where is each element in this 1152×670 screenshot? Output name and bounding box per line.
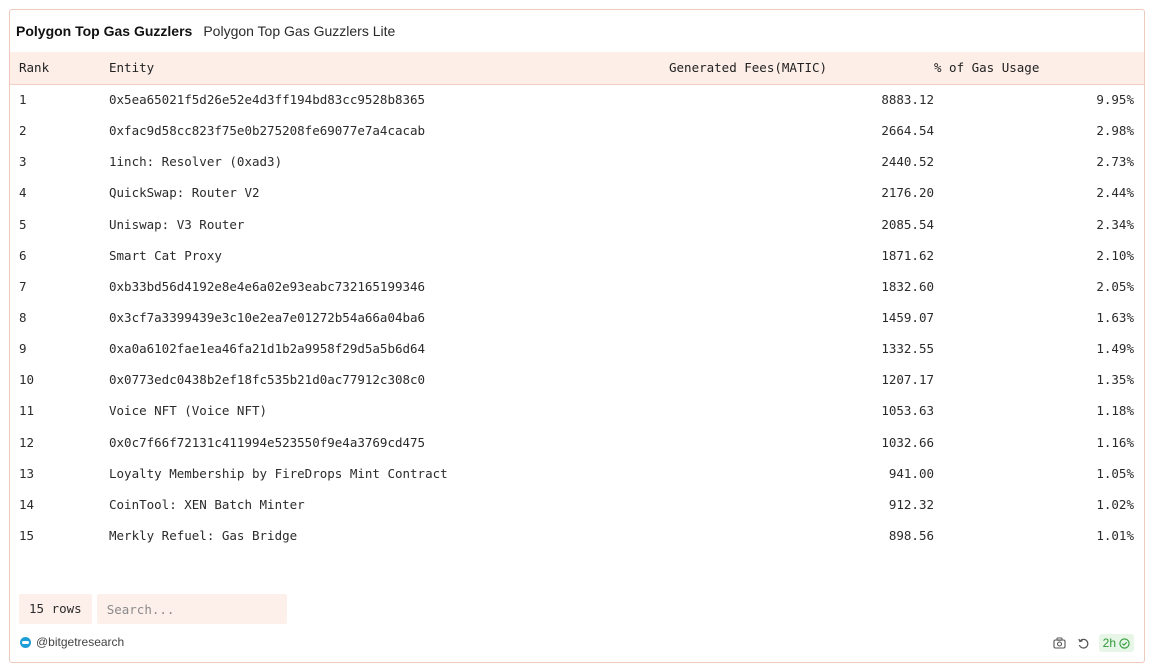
cell-entity: 0xfac9d58cc823f75e0b275208fe69077e7a4cac… (109, 123, 426, 139)
cell-generated-fees: 1032.66 (881, 434, 934, 450)
cell-entity: 0xa0a6102fae1ea46fa21d1b2a9958f29d5a5b6d… (109, 341, 426, 357)
attribution[interactable]: @bitgetresearch (20, 635, 124, 649)
avatar-icon (20, 636, 31, 648)
cell-rank: 5 (19, 216, 27, 232)
cell-entity: 0x5ea65021f5d26e52e4d3ff194bd83cc9528b83… (109, 92, 426, 108)
cell-rank: 10 (19, 372, 35, 388)
cell-gas-usage: 1.49% (1096, 341, 1134, 357)
cell-generated-fees: 1207.17 (881, 372, 934, 388)
cell-generated-fees: 1332.55 (881, 341, 934, 357)
cell-gas-usage: 2.98% (1096, 123, 1134, 139)
cell-generated-fees: 1832.60 (881, 278, 934, 294)
table-row: 7 0xb33bd56d4192e8e4e6a02e93eabc732165199… (10, 271, 1144, 302)
cell-entity: 0xb33bd56d4192e8e4e6a02e93eabc7321651993… (109, 278, 426, 294)
table-row: 8 0x3cf7a3399439e3c10e2ea7e01272b54a66a04… (10, 302, 1144, 333)
table-header: Rank Entity Generated Fees(MATIC) % of G… (10, 52, 1144, 85)
check-circle-icon (1119, 637, 1130, 649)
cell-entity: Voice NFT (Voice NFT) (109, 403, 268, 419)
cell-gas-usage: 1.05% (1096, 465, 1134, 481)
cell-generated-fees: 8883.12 (881, 92, 934, 108)
card-header: Polygon Top Gas Guzzlers Polygon Top Gas… (16, 20, 395, 42)
table-row: 1 0x5ea65021f5d26e52e4d3ff194bd83cc9528b8… (10, 84, 1144, 115)
cell-generated-fees: 898.56 (888, 528, 934, 544)
header-row: Rank Entity Generated Fees(MATIC) % of G… (10, 52, 1144, 85)
cell-gas-usage: 1.02% (1096, 496, 1134, 512)
table-row: 2 0xfac9d58cc823f75e0b275208fe69077e7a4ca… (10, 115, 1144, 146)
table-body: 1 0x5ea65021f5d26e52e4d3ff194bd83cc9528b8… (10, 84, 1144, 551)
table-footer: 15 rows (19, 594, 287, 624)
visualization-title: Polygon Top Gas Guzzlers Lite (203, 23, 396, 39)
cell-gas-usage: 2.10% (1096, 247, 1134, 263)
table-row: 6 Smart Cat Proxy 1871.62 2.10% (10, 240, 1144, 271)
cell-rank: 7 (19, 278, 27, 294)
cell-gas-usage: 2.73% (1096, 154, 1134, 170)
freshness-label: 2h (1102, 636, 1116, 650)
status-area: 2h (1045, 634, 1134, 652)
table-row: 9 0xa0a6102fae1ea46fa21d1b2a9958f29d5a5b6… (10, 333, 1144, 364)
cell-rank: 8 (19, 310, 27, 326)
cell-generated-fees: 1053.63 (881, 403, 934, 419)
column-header-generated-fees[interactable]: Generated Fees(MATIC) (669, 52, 934, 85)
table-row: 4 QuickSwap: Router V2 2176.20 2.44% (10, 177, 1144, 208)
cell-rank: 12 (19, 434, 35, 450)
author-handle[interactable]: @bitgetresearch (36, 635, 124, 649)
query-title[interactable]: Polygon Top Gas Guzzlers (16, 23, 192, 39)
cell-entity: Loyalty Membership by FireDrops Mint Con… (109, 465, 448, 481)
cell-generated-fees: 941.00 (888, 465, 934, 481)
cell-entity: CoinTool: XEN Batch Minter (109, 496, 305, 512)
freshness-badge: 2h (1098, 634, 1134, 652)
cell-entity: 1inch: Resolver (0xad3) (109, 154, 283, 170)
cell-rank: 13 (19, 465, 35, 481)
cell-entity: QuickSwap: Router V2 (109, 185, 260, 201)
row-count-badge: 15 rows (19, 594, 92, 624)
cell-rank: 4 (19, 185, 27, 201)
cell-rank: 3 (19, 154, 27, 170)
cell-generated-fees: 2085.54 (881, 216, 934, 232)
cell-gas-usage: 1.01% (1096, 528, 1134, 544)
cell-generated-fees: 2176.20 (881, 185, 934, 201)
cell-rank: 1 (19, 92, 27, 108)
search-input[interactable] (96, 594, 287, 624)
cell-gas-usage: 1.35% (1096, 372, 1134, 388)
cell-entity: 0x0c7f66f72131c411994e523550f9e4a3769cd4… (109, 434, 426, 450)
table-row: 14 CoinTool: XEN Batch Minter 912.32 1.02% (10, 489, 1144, 520)
column-header-rank[interactable]: Rank (10, 52, 99, 85)
cell-generated-fees: 1871.62 (881, 247, 934, 263)
column-header-entity[interactable]: Entity (99, 52, 669, 85)
cell-gas-usage: 1.63% (1096, 310, 1134, 326)
cell-rank: 14 (19, 496, 35, 512)
column-header-gas-usage[interactable]: % of Gas Usage (934, 52, 1144, 85)
results-table: Rank Entity Generated Fees(MATIC) % of G… (10, 52, 1144, 551)
table-row: 15 Merkly Refuel: Gas Bridge 898.56 1.01% (10, 520, 1144, 551)
results-card: Polygon Top Gas Guzzlers Polygon Top Gas… (9, 9, 1145, 663)
cell-gas-usage: 2.34% (1096, 216, 1134, 232)
cell-gas-usage: 2.44% (1096, 185, 1134, 201)
camera-icon[interactable] (1051, 634, 1069, 652)
cell-entity: 0x0773edc0438b2ef18fc535b21d0ac77912c308… (109, 372, 426, 388)
refresh-icon[interactable] (1075, 634, 1093, 652)
cell-entity: 0x3cf7a3399439e3c10e2ea7e01272b54a66a04b… (109, 310, 426, 326)
cell-generated-fees: 2664.54 (881, 123, 934, 139)
cell-rank: 11 (19, 403, 35, 419)
cell-generated-fees: 2440.52 (881, 154, 934, 170)
table-row: 10 0x0773edc0438b2ef18fc535b21d0ac77912c3… (10, 364, 1144, 395)
cell-entity: Uniswap: V3 Router (109, 216, 245, 232)
cell-rank: 15 (19, 528, 35, 544)
cell-gas-usage: 9.95% (1096, 92, 1134, 108)
cell-rank: 6 (19, 247, 27, 263)
cell-generated-fees: 912.32 (888, 496, 934, 512)
cell-gas-usage: 1.18% (1096, 403, 1134, 419)
cell-rank: 2 (19, 123, 27, 139)
cell-entity: Smart Cat Proxy (109, 247, 222, 263)
table-row: 12 0x0c7f66f72131c411994e523550f9e4a3769c… (10, 427, 1144, 458)
cell-generated-fees: 1459.07 (881, 310, 934, 326)
cell-rank: 9 (19, 341, 27, 357)
table-row: 13 Loyalty Membership by FireDrops Mint C… (10, 458, 1144, 489)
table-row: 11 Voice NFT (Voice NFT) 1053.63 1.18% (10, 395, 1144, 426)
table-row: 5 Uniswap: V3 Router 2085.54 2.34% (10, 209, 1144, 240)
cell-entity: Merkly Refuel: Gas Bridge (109, 528, 298, 544)
cell-gas-usage: 2.05% (1096, 278, 1134, 294)
table-row: 3 1inch: Resolver (0xad3) 2440.52 2.73% (10, 146, 1144, 177)
cell-gas-usage: 1.16% (1096, 434, 1134, 450)
